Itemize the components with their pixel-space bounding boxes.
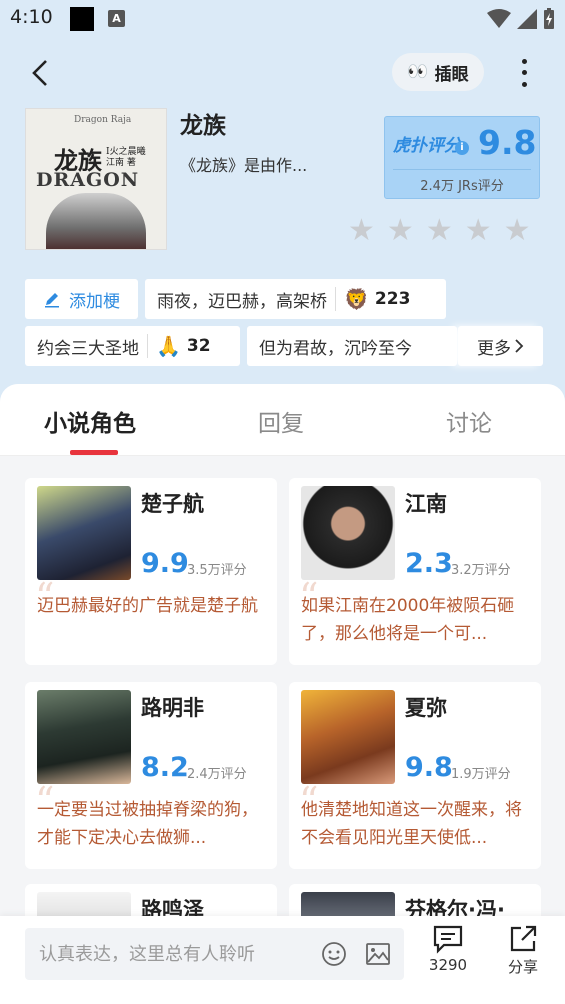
character-avatar [37, 690, 131, 784]
tab-bar: 小说角色 回复 讨论 [0, 384, 565, 456]
star-icon[interactable]: ★ [348, 216, 375, 246]
cover-artwork [46, 193, 146, 249]
more-tags-button[interactable]: 更多 [458, 326, 543, 366]
rating-stars[interactable]: ★ ★ ★ ★ ★ [348, 216, 531, 246]
cover-sub: 火之晨曦 [109, 147, 146, 157]
character-quote: 一定要当过被抽掉脊梁的狗，才能下定决心去做狮... [37, 800, 258, 848]
star-icon[interactable]: ★ [504, 216, 531, 246]
back-button[interactable] [22, 55, 58, 91]
notification-square-icon [70, 7, 94, 31]
tag-text: 但为君故，沉吟至今 [259, 338, 412, 359]
tag-count: 223 [374, 289, 411, 309]
character-card[interactable]: 夏弥 9.8 1.9万评分 “ 他清楚地知道这一次醒来，将不会看见阳光里天使低.… [289, 682, 541, 869]
star-icon[interactable]: ★ [387, 216, 414, 246]
pencil-icon [45, 293, 59, 308]
score-count: 2.4万 JRs评分 [420, 179, 504, 194]
character-rating-count: 3.5万评分 [187, 563, 247, 578]
score-divider [393, 169, 531, 170]
lion-emoji-icon: 🦁 [344, 287, 369, 311]
tag-chip[interactable]: 雨夜，迈巴赫，高架桥 🦁 223 [145, 279, 446, 319]
dot-icon [521, 81, 527, 87]
cover-top-text: Dragon Raja [74, 115, 132, 125]
more-options-button[interactable] [510, 56, 538, 90]
info-icon[interactable]: i [455, 141, 469, 155]
active-tab-indicator [70, 450, 118, 455]
cellular-signal-icon [517, 9, 537, 29]
book-description[interactable]: 《龙族》是由作... [180, 152, 307, 176]
add-meme-label: 添加梗 [69, 291, 120, 312]
character-rating-count: 3.2万评分 [451, 563, 511, 578]
share-button[interactable]: 分享 [493, 924, 553, 977]
score-brand-logo: 虎扑评分 [393, 136, 461, 156]
character-name: 楚子航 [141, 492, 204, 516]
score-box[interactable]: 虎扑评分 i 9.8 2.4万 JRs评分 [384, 116, 540, 199]
battery-icon [544, 8, 554, 29]
character-card[interactable]: 楚子航 9.9 3.5万评分 “ 迈巴赫最好的广告就是楚子航 [25, 478, 277, 665]
cover-english-title: DRAGON [36, 169, 140, 191]
status-bar: 4:10 A [0, 0, 565, 38]
character-quote: 他清楚地知道这一次醒来，将不会看见阳光里天使低... [301, 800, 522, 848]
tab-characters[interactable]: 小说角色 [44, 404, 136, 438]
character-name: 路明非 [141, 696, 204, 720]
status-time: 4:10 [10, 6, 53, 28]
tag-text: 雨夜，迈巴赫，高架桥 [157, 291, 327, 312]
tab-replies[interactable]: 回复 [258, 404, 304, 438]
book-cover[interactable]: Dragon Raja 龙族 I火之晨曦 江南 著 DRAGON [25, 108, 167, 250]
pray-emoji-icon: 🙏 [156, 334, 181, 358]
comment-bubble-icon [433, 925, 463, 954]
cover-author: 江南 著 [106, 158, 136, 168]
comment-count: 3290 [428, 956, 468, 974]
tab-discussion[interactable]: 讨论 [446, 404, 492, 438]
character-avatar [37, 486, 131, 580]
bookmark-eye-label: 插眼 [434, 64, 469, 85]
comment-input[interactable] [25, 928, 316, 980]
bookmark-eye-button[interactable]: 👀 插眼 [392, 53, 484, 91]
tag-chip[interactable]: 约会三大圣地 🙏 32 [25, 326, 240, 366]
character-rating-count: 2.4万评分 [187, 767, 247, 782]
tag-divider [147, 334, 148, 358]
book-title: 龙族 [180, 113, 226, 139]
image-icon[interactable] [360, 936, 396, 972]
emoji-icon[interactable] [316, 936, 352, 972]
character-rating: 9.9 [141, 548, 189, 579]
share-label: 分享 [507, 958, 538, 976]
character-rating-count: 1.9万评分 [451, 767, 511, 782]
character-rating: 2.3 [405, 548, 453, 579]
score-value: 9.8 [478, 123, 537, 162]
dot-icon [521, 70, 527, 76]
star-icon[interactable]: ★ [465, 216, 492, 246]
character-avatar [301, 486, 395, 580]
character-avatar [301, 690, 395, 784]
eyes-icon: 👀 [407, 62, 429, 82]
character-rating: 9.8 [405, 752, 453, 783]
wifi-icon [487, 9, 511, 28]
character-name: 江南 [405, 492, 447, 516]
chevron-left-icon [32, 60, 47, 86]
tag-count: 32 [186, 336, 211, 356]
dot-icon [521, 59, 527, 65]
share-icon [510, 925, 537, 952]
bottom-bar: 3290 分享 [0, 916, 565, 1004]
tag-text: 约会三大圣地 [37, 338, 139, 359]
star-icon[interactable]: ★ [426, 216, 453, 246]
character-quote: 如果江南在2000年被陨石砸了，那么他将是一个可... [301, 596, 515, 644]
tag-chip[interactable]: 但为君故，沉吟至今 [247, 326, 457, 366]
character-rating: 8.2 [141, 752, 189, 783]
more-tags-label: 更多 [477, 338, 511, 359]
add-meme-button[interactable]: 添加梗 [25, 279, 138, 319]
comments-button[interactable]: 3290 [418, 924, 478, 974]
cover-subtitle: I火之晨曦 江南 著 [106, 147, 146, 169]
comment-input-box [25, 928, 404, 980]
character-name: 夏弥 [405, 696, 447, 720]
tag-divider [335, 287, 336, 311]
character-card[interactable]: 江南 2.3 3.2万评分 “ 如果江南在2000年被陨石砸了，那么他将是一个可… [289, 478, 541, 665]
chevron-right-icon [515, 339, 524, 353]
character-card[interactable]: 路明非 8.2 2.4万评分 “ 一定要当过被抽掉脊梁的狗，才能下定决心去做狮.… [25, 682, 277, 869]
keyboard-a-icon: A [108, 10, 125, 27]
character-quote: 迈巴赫最好的广告就是楚子航 [37, 596, 258, 616]
